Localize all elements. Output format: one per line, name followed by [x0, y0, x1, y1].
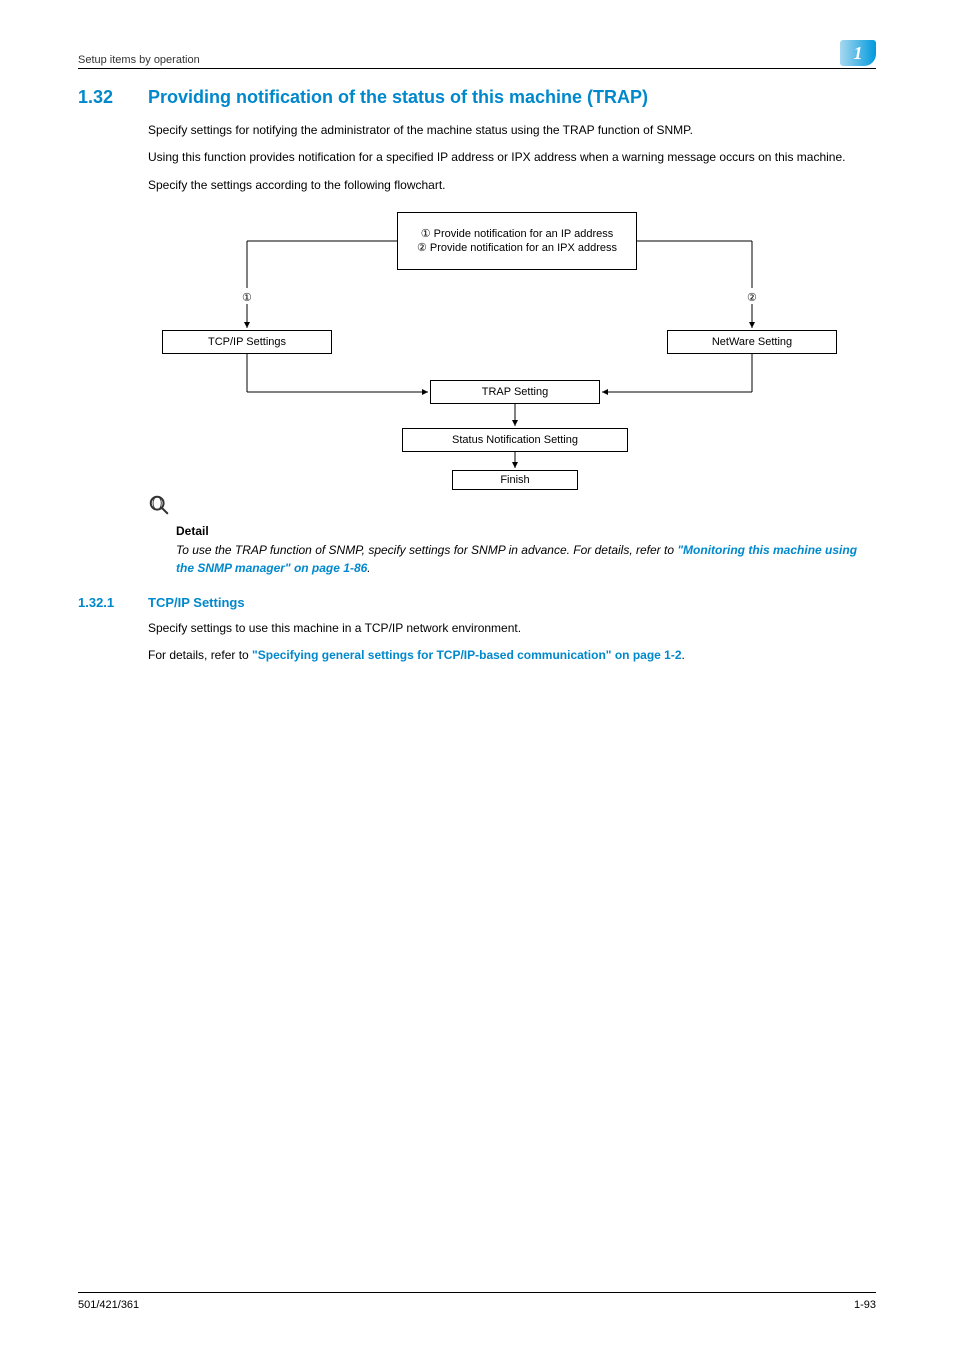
section-heading: 1.32 Providing notification of the statu… [78, 87, 876, 108]
section-number: 1.32 [78, 87, 148, 108]
paragraph: Specify settings to use this machine in … [148, 620, 876, 637]
flowchart-step-status: Status Notification Setting [402, 428, 628, 452]
section-title: Providing notification of the status of … [148, 87, 648, 108]
flowchart-step-finish: Finish [452, 470, 578, 490]
flowchart-branch-label: ② [747, 291, 757, 304]
flowchart-text: ① Provide notification for an IP address [421, 227, 613, 241]
flowchart: ① Provide notification for an IP address… [107, 212, 847, 488]
paragraph: Specify the settings according to the fo… [148, 177, 876, 194]
detail-callout: Detail To use the TRAP function of SNMP,… [148, 494, 876, 577]
footer-page-number: 1-93 [854, 1299, 876, 1311]
chapter-number-tab: 1 [840, 40, 876, 66]
page-header: Setup items by operation 1 [78, 40, 876, 69]
text-after-link: . [682, 648, 685, 662]
flowchart-step-netware: NetWare Setting [667, 330, 837, 354]
chapter-tab-wrap: 1 [840, 40, 876, 66]
flowchart-step-tcpip: TCP/IP Settings [162, 330, 332, 354]
breadcrumb: Setup items by operation [78, 54, 200, 66]
flowchart-branch-label: ① [242, 291, 252, 304]
detail-text: To use the TRAP function of SNMP, specif… [176, 542, 876, 577]
subsection-title: TCP/IP Settings [148, 595, 245, 610]
flowchart-decision-box: ① Provide notification for an IP address… [397, 212, 637, 270]
subsection-heading: 1.32.1 TCP/IP Settings [78, 595, 876, 610]
text-before-link: For details, refer to [148, 648, 252, 662]
paragraph: For details, refer to "Specifying genera… [148, 647, 876, 664]
subsection-number: 1.32.1 [78, 595, 148, 610]
flowchart-text: ② Provide notification for an IPX addres… [417, 241, 617, 255]
footer-model: 501/421/361 [78, 1299, 139, 1311]
paragraph: Specify settings for notifying the admin… [148, 122, 876, 139]
detail-label: Detail [176, 524, 876, 538]
detail-text-before: To use the TRAP function of SNMP, specif… [176, 543, 677, 557]
paragraph: Using this function provides notificatio… [148, 149, 876, 166]
page-footer: 501/421/361 1-93 [78, 1292, 876, 1311]
flowchart-step-trap: TRAP Setting [430, 380, 600, 404]
cross-reference-link[interactable]: "Specifying general settings for TCP/IP-… [252, 648, 681, 662]
magnifier-icon [148, 494, 876, 522]
detail-text-after: . [367, 561, 370, 575]
